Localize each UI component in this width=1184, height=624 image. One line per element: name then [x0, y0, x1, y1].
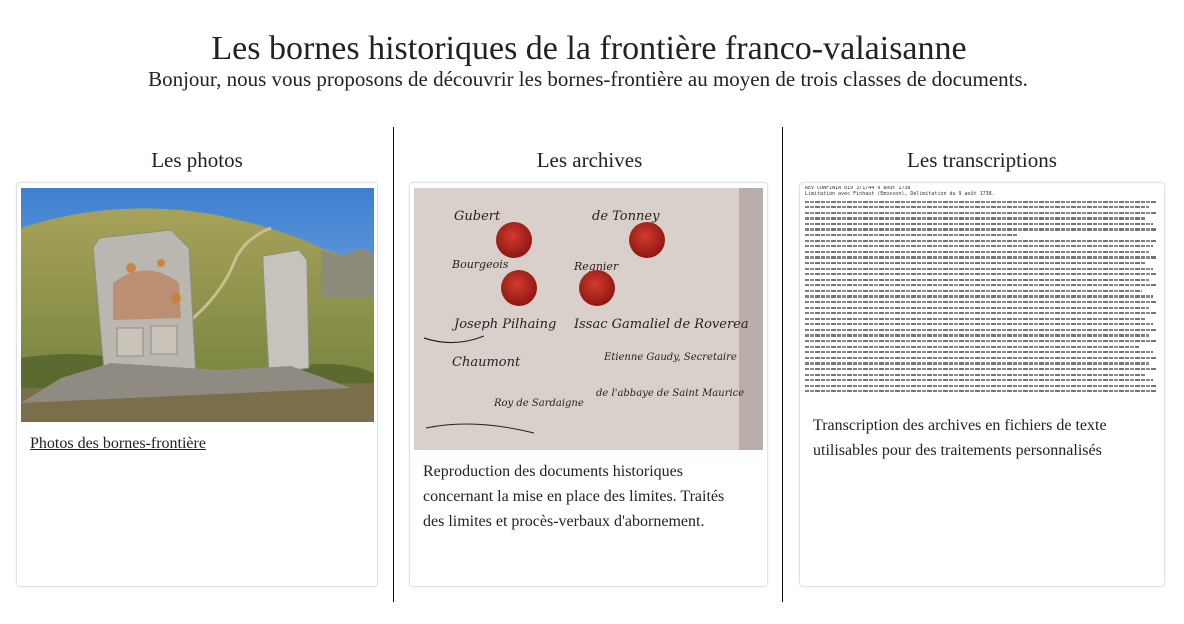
- column-divider-2: [782, 127, 783, 602]
- page-intro: Bonjour, nous vous proposons de découvri…: [148, 67, 1028, 91]
- page-title: Les bornes historiques de la frontière f…: [211, 29, 967, 67]
- archive-document-art: Gubert de Tonney Bourgeois Regnier Josep…: [414, 188, 763, 450]
- archives-column-title: Les archives: [536, 148, 643, 172]
- transcriptions-card: REV CONFINIA 019 3/1/44 9 août 1738 Limi…: [799, 182, 1165, 587]
- archive-word-10: Roy de Sardaigne: [493, 398, 584, 409]
- archive-word-7: Chaumont: [452, 355, 521, 370]
- photos-card: Photos des bornes-frontière: [16, 182, 378, 587]
- archives-description: Reproduction des documents historiques c…: [423, 463, 725, 530]
- transcriptions-column-title: Les transcriptions: [907, 148, 1057, 172]
- transcription-document: REV CONFINIA 019 3/1/44 9 août 1738 Limi…: [805, 186, 1160, 402]
- transcriptions-description: Transcription des archives en fichiers d…: [813, 417, 1107, 459]
- archive-document-photo[interactable]: Gubert de Tonney Bourgeois Regnier Josep…: [414, 188, 763, 450]
- photos-link[interactable]: Photos des bornes-frontière: [30, 435, 206, 452]
- transcription-header-2: Limitation avec Finhaut (Emosson), Délim…: [805, 190, 995, 197]
- column-divider-1: [393, 127, 394, 602]
- photos-link-wrap: Photos des bornes-frontière: [30, 431, 370, 456]
- archive-word-9: de l'abbaye de Saint Maurice: [596, 388, 744, 399]
- archive-word-3: Bourgeois: [451, 258, 509, 271]
- archives-card: Gubert de Tonney Bourgeois Regnier Josep…: [409, 182, 768, 587]
- archive-word-8: Etienne Gaudy, Secretaire: [603, 352, 737, 363]
- boundary-stones-photo[interactable]: [21, 188, 374, 422]
- archive-word-1: Gubert: [454, 209, 501, 224]
- transcription-text-preview[interactable]: REV CONFINIA 019 3/1/44 9 août 1738 Limi…: [800, 183, 1166, 405]
- archive-word-6: Issac Gamaliel de Roverea: [573, 317, 749, 332]
- photos-column-title: Les photos: [151, 148, 243, 172]
- archive-word-5: Joseph Pilhaing: [451, 317, 556, 332]
- archive-word-2: de Tonney: [592, 209, 660, 224]
- boundary-stones-photo-art: [21, 188, 374, 422]
